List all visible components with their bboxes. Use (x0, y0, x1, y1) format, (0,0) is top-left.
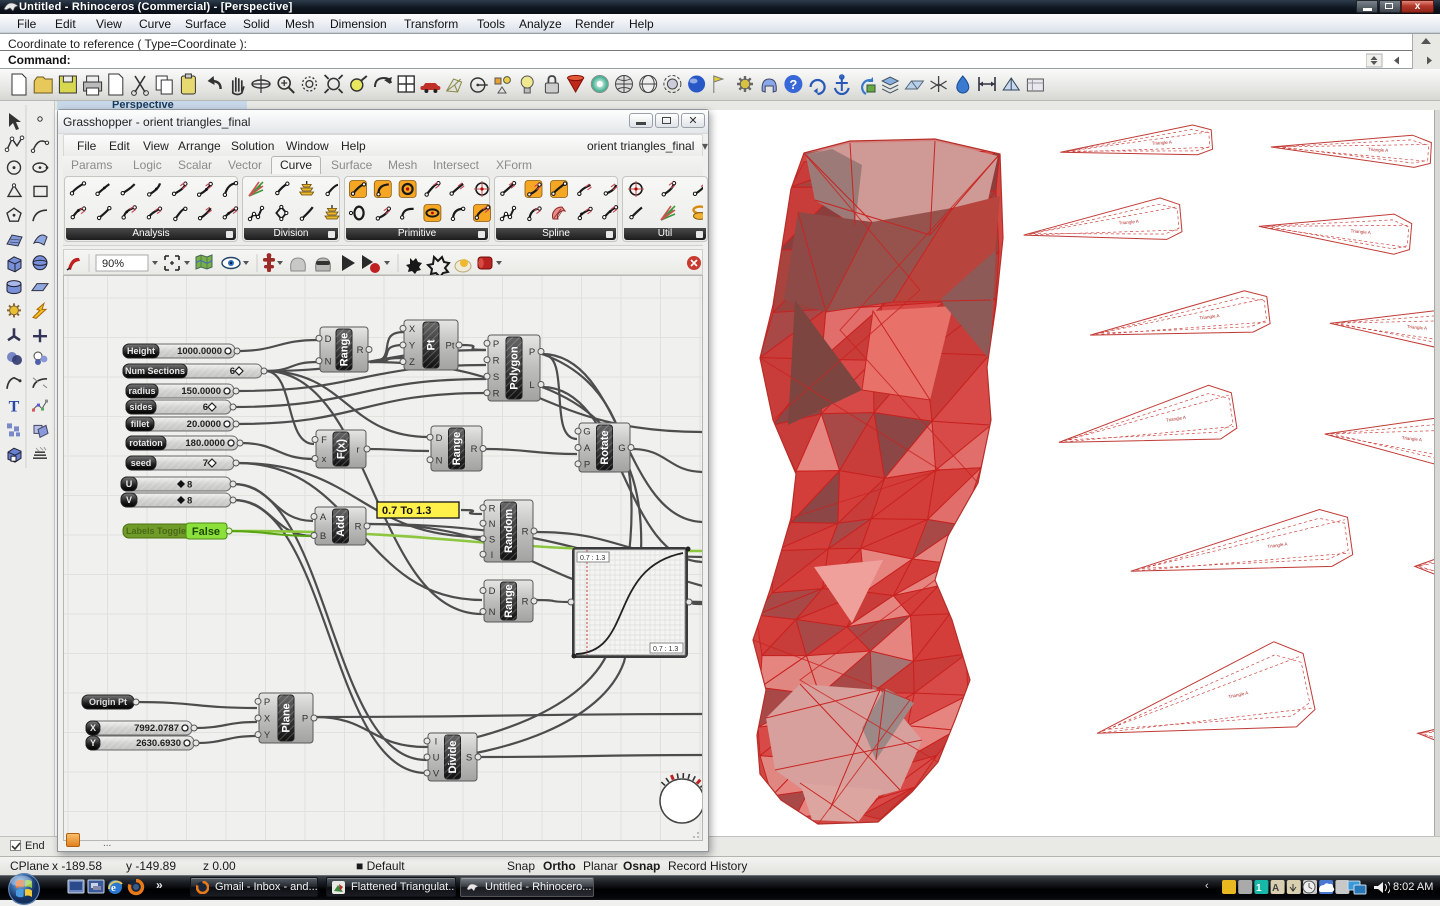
svg-text:Range: Range (339, 333, 351, 367)
svg-text:R: R (493, 388, 500, 399)
svg-text:Polygon: Polygon (509, 346, 521, 390)
svg-text:1000.0000: 1000.0000 (177, 346, 222, 357)
svg-text:P: P (264, 697, 270, 708)
svg-text:sides: sides (129, 402, 152, 412)
svg-text:Z: Z (409, 357, 415, 368)
svg-text:Add: Add (335, 515, 347, 536)
svg-text:fillet: fillet (131, 419, 150, 429)
svg-text:P: P (302, 714, 308, 725)
svg-text:B: B (320, 531, 326, 542)
svg-text:?: ? (789, 77, 797, 92)
svg-text:R: R (522, 597, 529, 608)
svg-text:F(x): F(x) (336, 439, 348, 460)
svg-text:S: S (466, 753, 472, 764)
svg-text:180.0000: 180.0000 (185, 438, 225, 449)
svg-text:S: S (489, 534, 495, 545)
svg-text:0.7 : 1.3: 0.7 : 1.3 (653, 646, 678, 653)
svg-text:8: 8 (187, 480, 192, 491)
svg-text:rotation: rotation (129, 438, 163, 448)
svg-text:U: U (433, 753, 440, 764)
svg-text:P: P (529, 347, 535, 358)
svg-text:N: N (325, 356, 332, 367)
svg-text:N: N (436, 455, 443, 466)
svg-text:R: R (357, 345, 364, 356)
svg-text:G: G (618, 443, 625, 454)
svg-text:Pt: Pt (426, 339, 438, 350)
svg-text:P: P (493, 339, 499, 350)
svg-text:A: A (320, 512, 327, 523)
svg-text:D: D (489, 586, 496, 597)
svg-text:e: e (111, 882, 116, 894)
svg-text:D: D (325, 334, 332, 345)
svg-text:V: V (126, 495, 132, 505)
svg-text:r: r (356, 445, 359, 456)
svg-text:Height: Height (127, 346, 155, 356)
svg-text:Rotate: Rotate (599, 430, 611, 464)
svg-text:seed: seed (131, 458, 152, 468)
svg-text:F: F (321, 435, 327, 446)
svg-text:A: A (1272, 883, 1279, 894)
svg-text:I: I (435, 737, 438, 748)
svg-text:Origin Pt: Origin Pt (89, 697, 127, 707)
svg-text:U: U (126, 479, 133, 489)
svg-text:Num Sections: Num Sections (125, 366, 185, 376)
svg-text:Range: Range (503, 584, 515, 618)
svg-text:x: x (322, 454, 327, 465)
svg-text:X: X (264, 714, 271, 725)
svg-text:150.0000: 150.0000 (181, 386, 221, 397)
svg-text:X: X (409, 324, 416, 335)
svg-text:V: V (433, 769, 440, 780)
svg-text:7: 7 (203, 458, 208, 469)
svg-text:Plane: Plane (281, 703, 293, 732)
svg-text:Y: Y (409, 341, 416, 352)
svg-text:7992.0787: 7992.0787 (134, 723, 179, 734)
svg-text:0.7 : 1.3: 0.7 : 1.3 (580, 555, 605, 562)
svg-text:6: 6 (203, 402, 208, 413)
svg-text:radius: radius (128, 386, 155, 396)
svg-text:8: 8 (187, 496, 192, 507)
svg-text:P: P (584, 459, 590, 470)
svg-text:90%: 90% (102, 258, 124, 270)
svg-text:T: T (9, 399, 20, 416)
svg-text:R: R (493, 355, 500, 366)
svg-text:S: S (493, 372, 499, 383)
svg-text:Range: Range (451, 432, 463, 466)
svg-text:False: False (192, 526, 220, 538)
svg-text:R: R (489, 503, 496, 514)
svg-text:G: G (583, 427, 590, 438)
svg-text:0.7 To 1.3: 0.7 To 1.3 (382, 505, 431, 517)
svg-text:20.0000: 20.0000 (187, 419, 221, 430)
svg-text:Random: Random (503, 509, 515, 553)
svg-text:I: I (491, 550, 494, 561)
svg-text:R: R (471, 444, 478, 455)
svg-text:A: A (584, 443, 591, 454)
svg-text:N: N (489, 607, 496, 618)
svg-text:N: N (489, 519, 496, 530)
svg-text:R: R (522, 527, 529, 538)
svg-text:1: 1 (1256, 883, 1262, 894)
svg-text:Y: Y (90, 738, 96, 748)
svg-text:6: 6 (230, 366, 235, 377)
svg-text:Divide: Divide (447, 740, 459, 773)
svg-text:Y: Y (264, 730, 271, 741)
svg-text:X: X (90, 723, 96, 733)
svg-text:Pt: Pt (446, 341, 455, 352)
svg-text:Labels Toggle: Labels Toggle (126, 526, 186, 536)
svg-text:Triangle A: Triangle A (1368, 147, 1388, 153)
svg-text:D: D (436, 433, 443, 444)
svg-text:2630.6930: 2630.6930 (136, 738, 181, 749)
svg-text:R: R (355, 522, 362, 533)
svg-text:L: L (529, 380, 534, 391)
